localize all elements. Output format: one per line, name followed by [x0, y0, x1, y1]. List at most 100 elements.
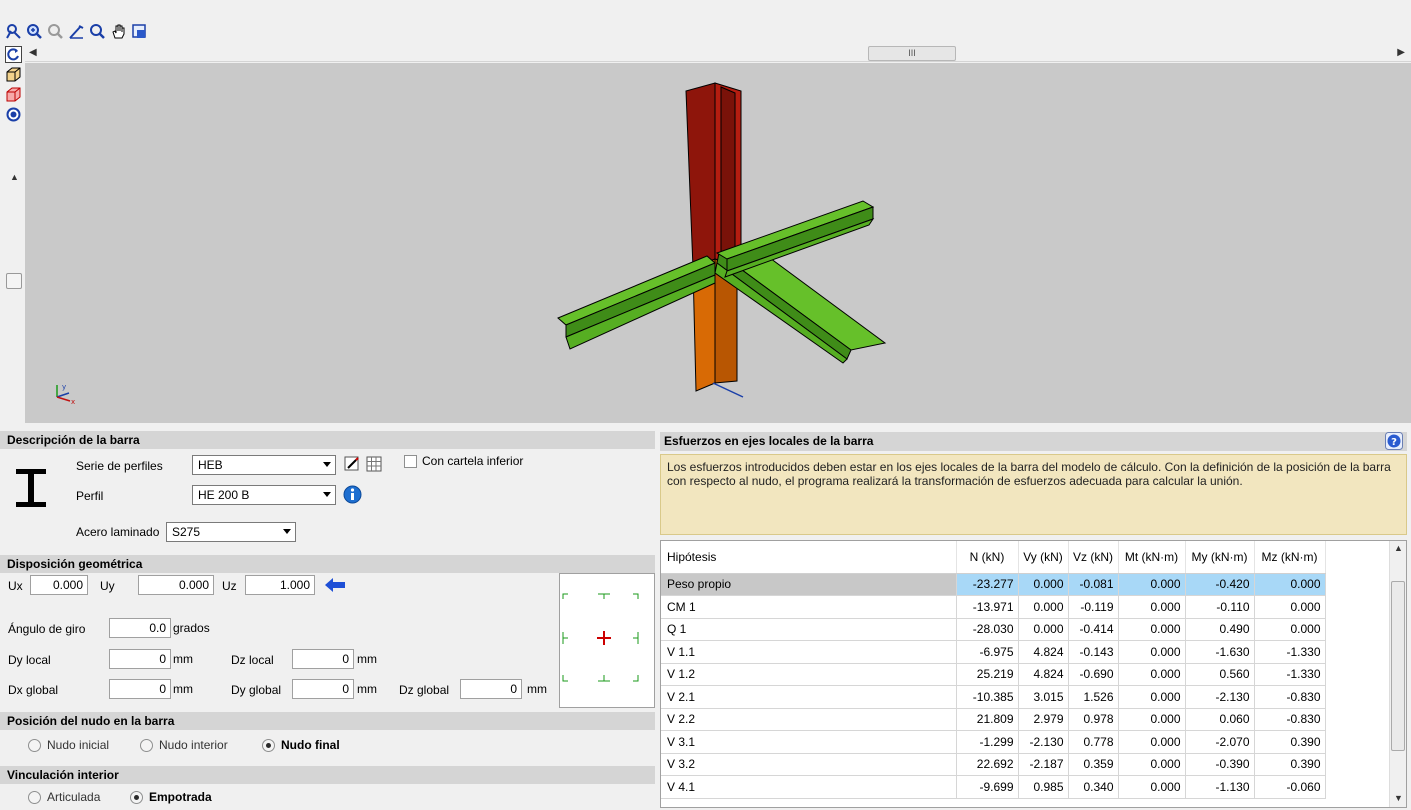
table-cell-value[interactable]: -10.385: [956, 685, 1019, 709]
radio-empotrada[interactable]: [130, 791, 143, 804]
table-cell-value[interactable]: 0.000: [1118, 640, 1186, 664]
radio-nudo-inicial[interactable]: [28, 739, 41, 752]
table-cell-value[interactable]: 0.060: [1185, 708, 1255, 731]
col-n[interactable]: N (kN): [956, 541, 1019, 574]
radio-nudo-final[interactable]: [262, 739, 275, 752]
table-cell-value[interactable]: 0.390: [1254, 730, 1326, 754]
table-cell-value[interactable]: 0.490: [1185, 618, 1255, 641]
table-cell-value[interactable]: 4.824: [1018, 663, 1069, 686]
box-view-icon[interactable]: [5, 66, 22, 83]
col-hipotesis[interactable]: Hipótesis: [661, 541, 957, 574]
table-cell-value[interactable]: -0.143: [1068, 640, 1119, 664]
zoom-window-icon[interactable]: [25, 22, 43, 40]
table-cell-value[interactable]: -1.630: [1185, 640, 1255, 664]
table-row[interactable]: V 4.1 -9.699 0.985 0.340 0.000 -1.130 -0.060: [661, 775, 1326, 799]
table-cell-value[interactable]: 0.000: [1254, 573, 1326, 596]
info-icon[interactable]: [343, 485, 362, 504]
col-vz[interactable]: Vz (kN): [1068, 541, 1119, 574]
table-cell-value[interactable]: 0.000: [1254, 595, 1326, 619]
table-row[interactable]: V 1.2 25.219 4.824 -0.690 0.000 0.560 -1.330: [661, 663, 1326, 686]
table-cell-hipotesis[interactable]: V 1.1: [661, 640, 957, 664]
uz-input[interactable]: 1.000: [245, 575, 315, 595]
node-position-grid[interactable]: [559, 573, 655, 708]
table-cell-value[interactable]: 0.000: [1118, 595, 1186, 619]
table-cell-value[interactable]: 0.978: [1068, 708, 1119, 731]
radio-nudo-interior[interactable]: [140, 739, 153, 752]
table-cell-value[interactable]: 3.015: [1018, 685, 1069, 709]
table-cell-value[interactable]: -2.130: [1018, 730, 1069, 754]
table-row[interactable]: CM 1 -13.971 0.000 -0.119 0.000 -0.110 0.000: [661, 595, 1326, 619]
table-cell-value[interactable]: 0.000: [1118, 618, 1186, 641]
table-cell-value[interactable]: 0.000: [1118, 685, 1186, 709]
uy-input[interactable]: 0.000: [138, 575, 214, 595]
col-mt[interactable]: Mt (kN·m): [1118, 541, 1186, 574]
dy-local-input[interactable]: 0: [109, 649, 171, 669]
zoom-all-icon[interactable]: [46, 22, 64, 40]
table-cell-value[interactable]: -6.975: [956, 640, 1019, 664]
view-horizontal-scrollbar[interactable]: ◀ III ▶: [25, 45, 1411, 62]
table-cell-hipotesis[interactable]: CM 1: [661, 595, 957, 619]
table-cell-hipotesis[interactable]: V 2.1: [661, 685, 957, 709]
table-cell-value[interactable]: -0.690: [1068, 663, 1119, 686]
table-row[interactable]: V 2.1 -10.385 3.015 1.526 0.000 -2.130 -0.830: [661, 685, 1326, 709]
table-cell-hipotesis[interactable]: Q 1: [661, 618, 957, 641]
table-cell-value[interactable]: 0.000: [1118, 663, 1186, 686]
3d-model-viewport[interactable]: y x: [25, 63, 1411, 423]
radio-articulada[interactable]: [28, 791, 41, 804]
table-cell-value[interactable]: 0.000: [1118, 573, 1186, 596]
render-options-icon[interactable]: [5, 106, 22, 123]
arrow-left-icon[interactable]: [325, 578, 345, 592]
scrollbar-thumb[interactable]: [6, 273, 22, 289]
measure-icon[interactable]: [67, 22, 85, 40]
table-row[interactable]: V 1.1 -6.975 4.824 -0.143 0.000 -1.630 -1.330: [661, 640, 1326, 664]
table-row[interactable]: Q 1 -28.030 0.000 -0.414 0.000 0.490 0.000: [661, 618, 1326, 641]
table-cell-value[interactable]: -13.971: [956, 595, 1019, 619]
col-vy[interactable]: Vy (kN): [1018, 541, 1069, 574]
table-cell-value[interactable]: 0.390: [1254, 753, 1326, 776]
table-cell-value[interactable]: -0.420: [1185, 573, 1255, 596]
table-cell-value[interactable]: 0.340: [1068, 775, 1119, 799]
table-cell-value[interactable]: 2.979: [1018, 708, 1069, 731]
table-cell-value[interactable]: 0.000: [1118, 775, 1186, 799]
table-cell-value[interactable]: 0.359: [1068, 753, 1119, 776]
screenshot-icon[interactable]: [130, 22, 148, 40]
table-cell-value[interactable]: -2.070: [1185, 730, 1255, 754]
table-cell-value[interactable]: 0.000: [1018, 573, 1069, 596]
ux-input[interactable]: 0.000: [30, 575, 88, 595]
table-cell-hipotesis[interactable]: V 3.1: [661, 730, 957, 754]
table-cell-value[interactable]: 0.000: [1118, 753, 1186, 776]
edit-icon[interactable]: [344, 456, 360, 472]
dy-global-input[interactable]: 0: [292, 679, 354, 699]
col-my[interactable]: My (kN·m): [1185, 541, 1255, 574]
table-cell-value[interactable]: -2.187: [1018, 753, 1069, 776]
table-cell-hipotesis[interactable]: V 4.1: [661, 775, 957, 799]
table-cell-value[interactable]: 1.526: [1068, 685, 1119, 709]
table-cell-value[interactable]: -1.299: [956, 730, 1019, 754]
table-row[interactable]: V 2.2 21.809 2.979 0.978 0.000 0.060 -0.830: [661, 708, 1326, 731]
dx-global-input[interactable]: 0: [109, 679, 171, 699]
table-cell-value[interactable]: 4.824: [1018, 640, 1069, 664]
col-mz[interactable]: Mz (kN·m): [1254, 541, 1326, 574]
table-cell-value[interactable]: -0.081: [1068, 573, 1119, 596]
table-row[interactable]: V 3.2 22.692 -2.187 0.359 0.000 -0.390 0.390: [661, 753, 1326, 776]
serie-select[interactable]: HEB: [192, 455, 336, 475]
angulo-input[interactable]: 0.0: [109, 618, 171, 638]
table-cell-value[interactable]: 0.000: [1254, 618, 1326, 641]
table-cell-hipotesis[interactable]: V 1.2: [661, 663, 957, 686]
table-cell-hipotesis[interactable]: Peso propio: [661, 573, 957, 596]
table-cell-value[interactable]: -23.277: [956, 573, 1019, 596]
table-cell-value[interactable]: -0.830: [1254, 708, 1326, 731]
pan-hand-icon[interactable]: [109, 22, 127, 40]
view-vertical-scrollbar[interactable]: ▲ ▼: [4, 172, 23, 467]
table-cell-value[interactable]: -0.390: [1185, 753, 1255, 776]
table-cell-hipotesis[interactable]: V 2.2: [661, 708, 957, 731]
table-cell-value[interactable]: -0.414: [1068, 618, 1119, 641]
table-cell-value[interactable]: -1.330: [1254, 663, 1326, 686]
table-cell-value[interactable]: -0.060: [1254, 775, 1326, 799]
table-cell-value[interactable]: -9.699: [956, 775, 1019, 799]
scrollbar-thumb[interactable]: [1391, 581, 1405, 751]
dz-global-input[interactable]: 0: [460, 679, 522, 699]
acero-select[interactable]: S275: [166, 522, 296, 542]
perfil-select[interactable]: HE 200 B: [192, 485, 336, 505]
table-cell-value[interactable]: 0.000: [1118, 708, 1186, 731]
